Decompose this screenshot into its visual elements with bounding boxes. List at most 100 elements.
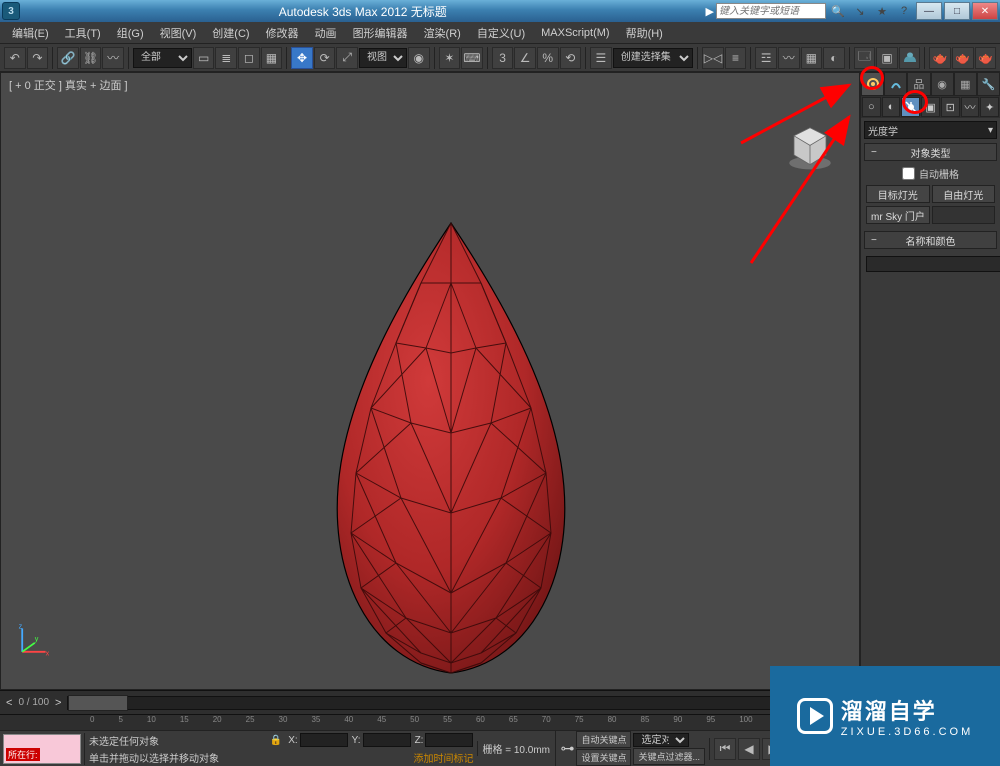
menu-create[interactable]: 创建(C) (204, 23, 257, 43)
material-editor-button[interactable]: ◐ (823, 47, 845, 69)
star-icon[interactable]: ★ (874, 3, 890, 19)
render-button[interactable] (899, 47, 921, 69)
create-tab[interactable] (861, 72, 884, 96)
prev-key-icon[interactable]: < (6, 697, 12, 709)
select-move-button[interactable]: ✥ (291, 47, 313, 69)
pivot-center-button[interactable]: ◉ (408, 47, 430, 69)
object-type-rollout-header[interactable]: 对象类型 (864, 143, 997, 161)
select-rotate-button[interactable]: ⟳ (314, 47, 336, 69)
geometry-subtab[interactable]: ○ (862, 97, 881, 117)
app-logo[interactable]: 3 (2, 2, 20, 20)
goto-start-button[interactable]: ⏮ (714, 738, 736, 760)
arrow-icon[interactable]: ↘ (852, 3, 868, 19)
teapot-2-icon[interactable]: 🫖 (952, 47, 974, 69)
search-icon[interactable]: 🔍 (830, 3, 846, 19)
close-button[interactable]: ✕ (972, 2, 998, 20)
auto-key-button[interactable]: 自动关键点 (576, 731, 631, 748)
render-frame-button[interactable]: ▣ (876, 47, 898, 69)
lock-icon[interactable]: 🔒 (270, 735, 282, 746)
percent-snap-button[interactable]: % (537, 47, 559, 69)
motion-tab[interactable]: ◉ (931, 72, 954, 96)
link-button[interactable]: 🔗 (57, 47, 79, 69)
target-light-button[interactable]: 目标灯光 (866, 185, 930, 203)
name-color-rollout-header[interactable]: 名称和颜色 (864, 231, 997, 249)
redo-button[interactable]: ↷ (27, 47, 49, 69)
object-name-input[interactable] (866, 256, 1000, 272)
axis-gizmo: z x y (15, 623, 51, 659)
modify-tab[interactable] (884, 72, 907, 96)
y-input[interactable] (363, 733, 411, 747)
set-key-icon[interactable]: ⊶ (560, 740, 574, 757)
prev-frame-button[interactable]: ◀ (738, 738, 760, 760)
spinner-snap-button[interactable]: ⟲ (560, 47, 582, 69)
selection-filter-dropdown[interactable]: 全部 (133, 48, 192, 68)
menu-edit[interactable]: 编辑(E) (4, 23, 57, 43)
named-sel-sets-button[interactable]: ☰ (590, 47, 612, 69)
key-filter-sel-dropdown[interactable]: 选定对象 (633, 733, 689, 747)
script-mini-listener[interactable]: 所在行: (3, 734, 81, 764)
menu-tools[interactable]: 工具(T) (57, 23, 109, 43)
create-category-dropdown[interactable]: 光度学▾ (864, 121, 997, 139)
autogrid-checkbox[interactable] (902, 167, 915, 180)
scene-object[interactable] (301, 213, 601, 683)
menu-rendering[interactable]: 渲染(R) (416, 23, 469, 43)
next-key-icon[interactable]: > (55, 697, 61, 709)
bind-space-warp-button[interactable]: 〰 (102, 47, 124, 69)
maximize-button[interactable]: □ (944, 2, 970, 20)
spacewarps-subtab[interactable]: 〰 (961, 97, 980, 117)
viewport[interactable]: [ + 0 正交 ] 真实 + 边面 ] z x y (0, 72, 860, 690)
menu-views[interactable]: 视图(V) (152, 23, 205, 43)
select-object-button[interactable]: ▭ (193, 47, 215, 69)
minimize-button[interactable]: — (916, 2, 942, 20)
grid-display: 栅格 = 10.0mm (477, 741, 555, 756)
select-region-button[interactable]: ◻ (238, 47, 260, 69)
display-tab[interactable]: ▦ (954, 72, 977, 96)
time-thumb[interactable] (68, 695, 128, 711)
align-button[interactable]: ≡ (725, 47, 747, 69)
manipulate-button[interactable]: ✶ (439, 47, 461, 69)
cameras-subtab[interactable]: ▣ (921, 97, 940, 117)
help-icon[interactable]: ? (896, 3, 912, 19)
key-filters-button[interactable]: 关键点过滤器... (633, 748, 705, 765)
select-by-name-button[interactable]: ≣ (215, 47, 237, 69)
menu-animation[interactable]: 动画 (307, 23, 345, 43)
systems-subtab[interactable]: ✦ (980, 97, 999, 117)
angle-snap-button[interactable]: ∠ (514, 47, 536, 69)
layers-button[interactable]: ☲ (755, 47, 777, 69)
curve-editor-button[interactable]: 〰 (778, 47, 800, 69)
schematic-view-button[interactable]: ▦ (801, 47, 823, 69)
render-setup-button[interactable]: 🗔 (854, 47, 876, 69)
mirror-button[interactable]: ▷◁ (702, 47, 724, 69)
lights-subtab[interactable] (901, 97, 920, 117)
x-input[interactable] (300, 733, 348, 747)
menu-graph-editors[interactable]: 图形编辑器 (345, 23, 416, 43)
utilities-tab[interactable]: 🔧 (977, 72, 1000, 96)
ref-coord-dropdown[interactable]: 视图 (359, 48, 407, 68)
help-search-input[interactable] (716, 3, 826, 19)
teapot-1-icon[interactable]: 🫖 (929, 47, 951, 69)
hierarchy-tab[interactable]: 品 (907, 72, 930, 96)
named-sel-dropdown[interactable]: 创建选择集 (613, 48, 693, 68)
set-key-button[interactable]: 设置关键点 (576, 749, 631, 766)
free-light-button[interactable]: 自由灯光 (932, 185, 996, 203)
shapes-subtab[interactable]: ◐ (882, 97, 901, 117)
menu-help[interactable]: 帮助(H) (618, 23, 671, 43)
viewport-label[interactable]: [ + 0 正交 ] 真实 + 边面 ] (9, 77, 128, 93)
mr-sky-portal-button[interactable]: mr Sky 门户 (866, 206, 930, 224)
menu-modifiers[interactable]: 修改器 (258, 23, 307, 43)
viewcube[interactable] (786, 123, 834, 171)
keyboard-shortcut-button[interactable]: ⌨ (461, 47, 483, 69)
snap-toggle-button[interactable]: 3 (492, 47, 514, 69)
teapot-3-icon[interactable]: 🫖 (975, 47, 997, 69)
menu-customize[interactable]: 自定义(U) (469, 23, 533, 43)
create-subpanel-tabs: ○ ◐ ▣ ⊡ 〰 ✦ (861, 96, 1000, 118)
menu-group[interactable]: 组(G) (109, 23, 152, 43)
unlink-button[interactable]: ⛓ (80, 47, 102, 69)
undo-button[interactable]: ↶ (4, 47, 26, 69)
z-input[interactable] (425, 733, 473, 747)
window-crossing-button[interactable]: ▦ (261, 47, 283, 69)
menu-maxscript[interactable]: MAXScript(M) (533, 25, 617, 41)
helpers-subtab[interactable]: ⊡ (941, 97, 960, 117)
add-time-tag[interactable]: 添加时间标记 (413, 750, 473, 765)
select-scale-button[interactable]: ⤢ (336, 47, 358, 69)
